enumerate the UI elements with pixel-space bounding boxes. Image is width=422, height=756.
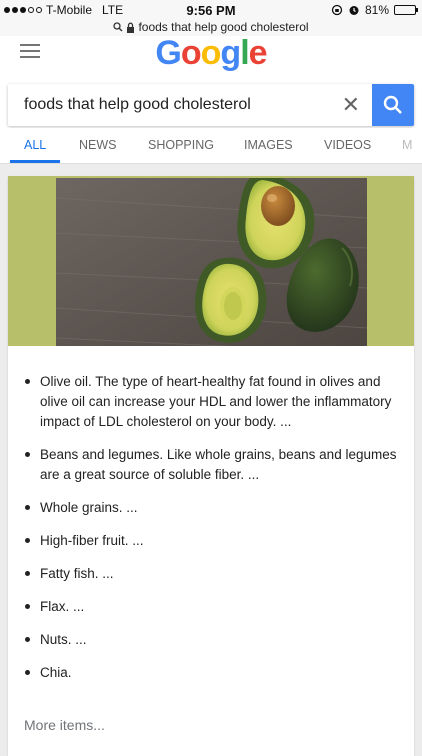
list-item: Chia. <box>24 663 404 683</box>
logo-letter: o <box>200 34 222 72</box>
logo-letter: l <box>240 34 250 72</box>
active-tab-indicator <box>10 160 60 163</box>
search-input[interactable]: foods that help good cholesterol <box>24 96 251 114</box>
search-button[interactable] <box>372 84 414 126</box>
logo-letter: e <box>248 34 268 72</box>
logo-letter: g <box>220 34 241 72</box>
list-item: Fatty fish. ... <box>24 564 404 584</box>
battery-icon <box>394 5 418 15</box>
featured-snippet-card: Olive oil. The type of heart-healthy fat… <box>8 176 414 756</box>
search-tabs: ALL NEWS SHOPPING IMAGES VIDEOS M <box>0 128 422 164</box>
alarm-icon <box>349 6 359 15</box>
search-box[interactable]: foods that help good cholesterol ✕ <box>8 84 414 126</box>
battery-percent: 81% <box>364 3 389 17</box>
logo-letter: o <box>180 34 202 72</box>
avocado-image[interactable] <box>56 178 367 346</box>
list-item: Beans and legumes. Like whole grains, be… <box>24 445 404 485</box>
snippet-list: Olive oil. The type of heart-healthy fat… <box>24 372 404 696</box>
hero-background <box>8 176 414 346</box>
search-icon <box>383 95 402 114</box>
close-icon[interactable]: ✕ <box>342 92 360 118</box>
lock-icon <box>127 22 135 33</box>
orientation-lock-icon <box>331 4 343 16</box>
tab-news[interactable]: NEWS <box>79 138 117 152</box>
list-item: Whole grains. ... <box>24 498 404 518</box>
google-logo[interactable]: Google <box>0 34 422 73</box>
tab-shopping[interactable]: SHOPPING <box>148 138 214 152</box>
list-item: High-fiber fruit. ... <box>24 531 404 551</box>
list-item: Flax. ... <box>24 597 404 617</box>
list-item: Olive oil. The type of heart-healthy fat… <box>24 372 404 432</box>
logo-letter: G <box>155 34 181 72</box>
url-text: foods that help good cholesterol <box>138 20 309 34</box>
tab-all[interactable]: ALL <box>24 138 46 152</box>
search-small-icon <box>113 22 123 32</box>
status-right: 81% <box>331 3 418 17</box>
status-bar: T-Mobile LTE 9:56 PM 81% <box>0 0 422 20</box>
google-header: Google <box>0 34 422 80</box>
list-item: Nuts. ... <box>24 630 404 650</box>
tab-images[interactable]: IMAGES <box>244 138 293 152</box>
search-row: foods that help good cholesterol ✕ <box>0 80 422 128</box>
tab-more[interactable]: M <box>402 138 412 152</box>
tab-videos[interactable]: VIDEOS <box>324 138 371 152</box>
more-items-link[interactable]: More items... <box>24 717 105 733</box>
